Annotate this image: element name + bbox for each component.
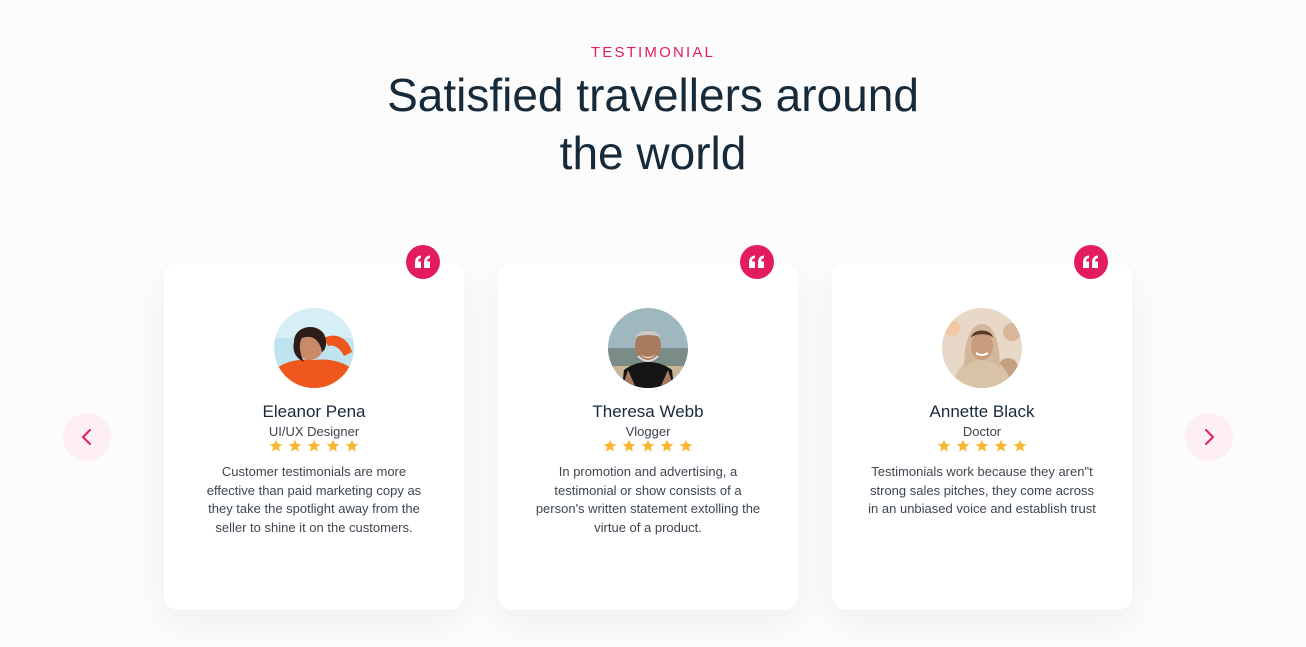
section-heading-line-2: the world [559,127,747,179]
testimonial-card: Eleanor Pena UI/UX Designer Customer tes… [164,245,464,610]
reviewer-role: Vlogger [625,424,671,439]
rating-stars [498,439,798,453]
section-heading: Satisfied travellers around the world [0,66,1306,182]
star-icon [679,439,693,452]
avatar [608,308,688,388]
reviewer-name: Eleanor Pena [262,402,366,421]
section-eyebrow: TESTIMONIAL [590,44,716,61]
testimonial-section: TESTIMONIAL Satisfied travellers around … [0,0,1306,647]
star-icon [937,439,951,452]
quote-icon [406,245,440,279]
testimonial-text: Customer testimonials are more effective… [206,464,422,535]
prev-button[interactable] [63,413,111,461]
star-icon [1013,439,1027,452]
quote-icon [740,245,774,279]
star-icon [288,439,302,452]
reviewer-name: Theresa Webb [592,402,704,421]
rating-stars [832,439,1132,453]
star-icon [603,439,617,452]
star-icon [641,439,655,452]
star-icon [660,439,674,452]
quote-icon [1074,245,1108,279]
star-icon [956,439,970,452]
testimonial-card: Annette Black Doctor Testimonials work b… [832,245,1132,610]
star-icon [994,439,1008,452]
star-icon [269,439,283,452]
star-icon [345,439,359,452]
reviewer-role: UI/UX Designer [268,424,360,439]
testimonial-text: In promotion and advertising, a testimon… [535,464,761,535]
star-icon [307,439,321,452]
avatar [274,308,354,388]
star-icon [975,439,989,452]
reviewer-role: Doctor [962,424,1002,439]
avatar [942,308,1022,388]
next-button[interactable] [1185,413,1233,461]
star-icon [326,439,340,452]
testimonial-card: Theresa Webb Vlogger In promotion and ad… [498,245,798,610]
chevron-right-icon [1205,429,1214,445]
rating-stars [164,439,464,453]
section-heading-line-1: Satisfied travellers around [387,69,919,121]
testimonial-text: Testimonials work because they aren"t st… [868,464,1096,516]
reviewer-name: Annette Black [929,402,1035,421]
chevron-left-icon [82,429,91,445]
star-icon [622,439,636,452]
